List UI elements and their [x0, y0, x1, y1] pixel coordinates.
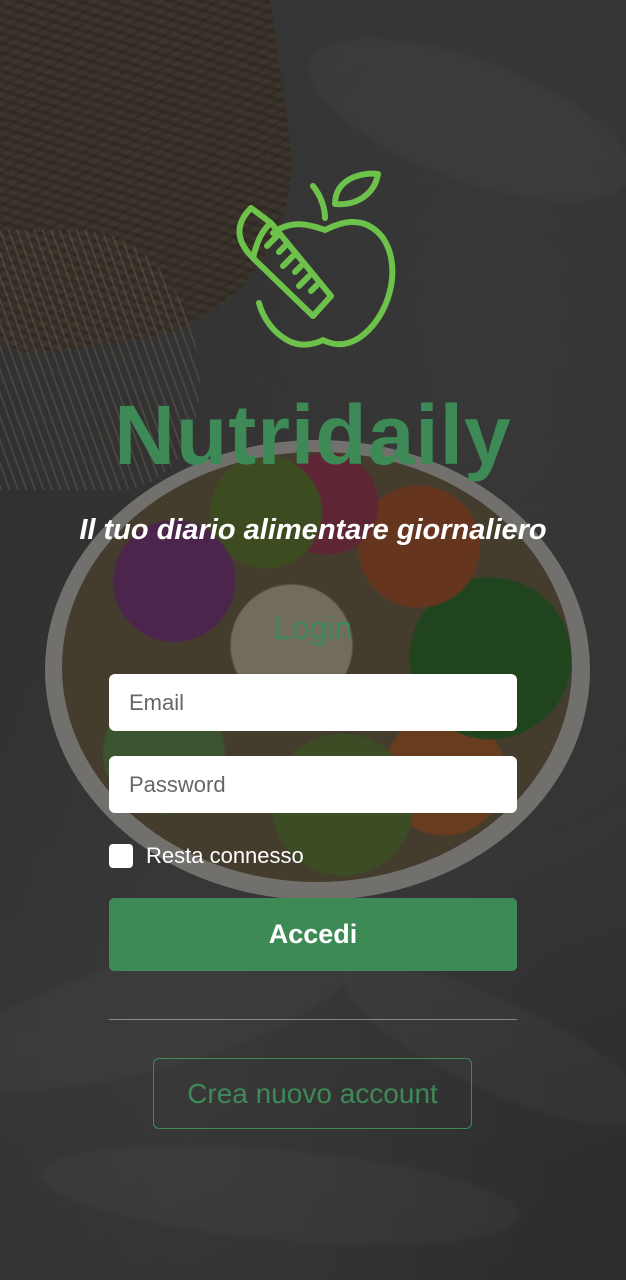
app-title: Nutridaily	[114, 388, 512, 482]
app-tagline: Il tuo diario alimentare giornaliero	[79, 514, 547, 546]
remember-me-checkbox[interactable]	[109, 844, 133, 868]
remember-me-label: Resta connesso	[146, 843, 304, 868]
login-screen: Nutridaily Il tuo diario alimentare gior…	[0, 0, 626, 1280]
password-field[interactable]	[109, 756, 517, 813]
login-heading: Login	[273, 610, 353, 646]
email-field[interactable]	[109, 674, 517, 731]
login-button[interactable]: Accedi	[109, 898, 517, 971]
divider	[109, 1019, 517, 1020]
create-account-button[interactable]: Crea nuovo account	[153, 1058, 472, 1129]
apple-measuring-tape-icon	[236, 170, 396, 348]
remember-me-row[interactable]: Resta connesso	[109, 842, 304, 870]
